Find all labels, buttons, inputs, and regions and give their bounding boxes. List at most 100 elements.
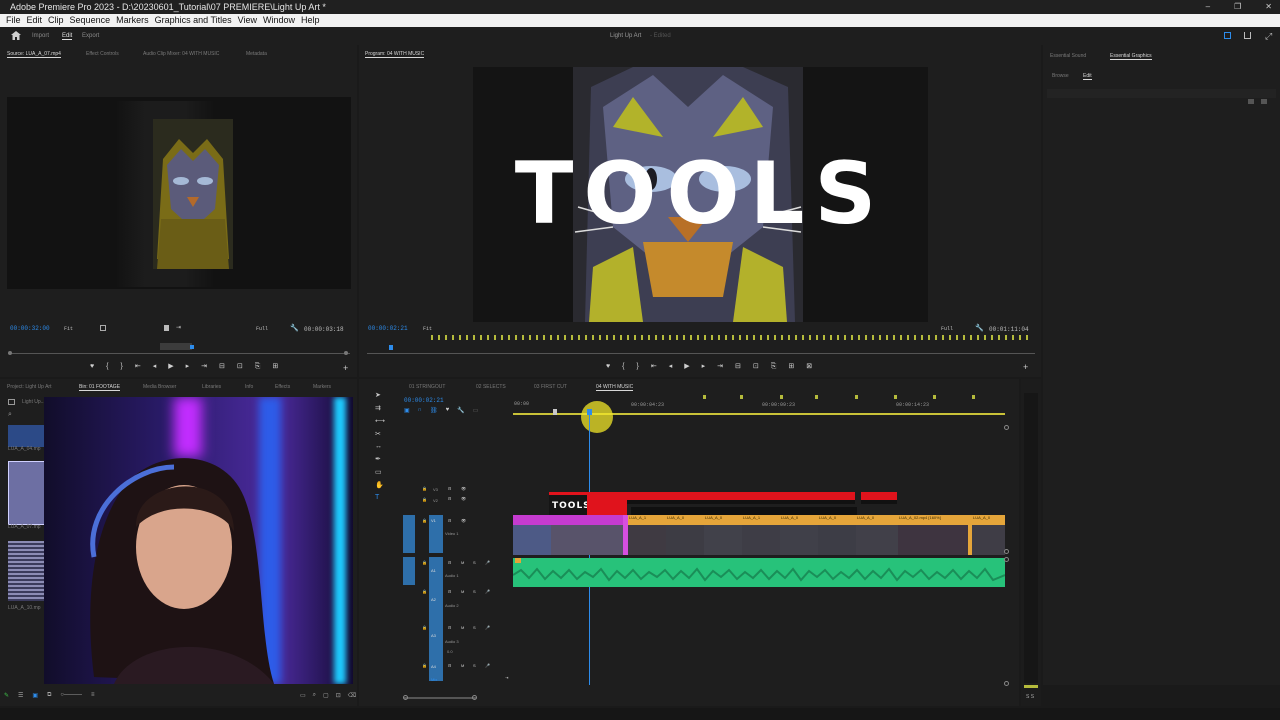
- home-icon[interactable]: [11, 31, 21, 40]
- graphic-clip[interactable]: [739, 492, 777, 504]
- trash-icon[interactable]: ⌫: [348, 692, 356, 699]
- export-frame-icon[interactable]: ⎘: [771, 363, 777, 371]
- tab-sequence-stringout[interactable]: 01 STRINGOUT: [409, 384, 445, 390]
- vertical-scroll-handle[interactable]: [1004, 681, 1009, 686]
- solo-button[interactable]: S: [473, 589, 476, 594]
- menu-view[interactable]: View: [235, 14, 260, 27]
- sequence-marker[interactable]: [972, 395, 975, 399]
- track-target-audio[interactable]: [429, 557, 443, 681]
- lock-icon[interactable]: 🔒: [422, 663, 427, 668]
- video-clip[interactable]: LUA_A_0: [704, 515, 742, 555]
- tab-export[interactable]: Export: [82, 33, 99, 39]
- source-playhead[interactable]: [190, 345, 194, 349]
- tab-source[interactable]: Source: LUA_A_07.mp4: [7, 51, 61, 58]
- program-add-button-icon[interactable]: +: [1023, 362, 1028, 372]
- new-bin-icon[interactable]: ▢: [323, 692, 329, 699]
- video-clip[interactable]: LUA_A_0: [856, 515, 898, 555]
- title-clip[interactable]: TOOLS: [549, 492, 587, 516]
- add-marker-icon[interactable]: ♥: [446, 407, 450, 414]
- tab-sequence-first-cut[interactable]: 03 FIRST CUT: [534, 384, 567, 390]
- type-tool-icon[interactable]: T: [375, 494, 385, 501]
- program-fit-select[interactable]: Fit: [423, 326, 432, 332]
- tab-edit[interactable]: Edit: [62, 33, 73, 40]
- go-to-in-icon[interactable]: ⇤: [135, 363, 141, 371]
- source-quality-select[interactable]: Full: [256, 326, 268, 332]
- sequence-marker[interactable]: [855, 395, 858, 399]
- tab-sequence-selects[interactable]: 02 SELECTS: [476, 384, 506, 390]
- linked-selection-icon[interactable]: ⛓: [430, 407, 438, 414]
- video-clip[interactable]: LUA_A_02.mp4 [160%]: [898, 515, 968, 555]
- tab-program[interactable]: Program: 04 WITH MUSIC: [365, 51, 425, 58]
- solo-button[interactable]: S: [473, 560, 476, 565]
- lock-icon[interactable]: 🔒: [422, 497, 427, 502]
- go-to-out-icon[interactable]: ⇥: [201, 363, 207, 371]
- menu-file[interactable]: File: [3, 14, 24, 27]
- video-clip[interactable]: LUA_A_0: [666, 515, 704, 555]
- lock-icon[interactable]: 🔒: [422, 486, 427, 491]
- add-marker-icon[interactable]: ♥: [606, 363, 610, 371]
- tab-libraries[interactable]: Libraries: [202, 384, 221, 390]
- program-scrubber[interactable]: [367, 353, 1035, 354]
- lock-icon[interactable]: 🔒: [422, 560, 427, 565]
- new-item-icon[interactable]: ⊡: [336, 692, 341, 699]
- video-clip[interactable]: LUA_A_1: [742, 515, 780, 555]
- timeline-zoom-scrollbar[interactable]: [404, 697, 476, 699]
- sequence-marker[interactable]: [703, 395, 706, 399]
- export-frame-icon[interactable]: ⎘: [255, 363, 261, 371]
- eye-icon[interactable]: 👁: [461, 496, 466, 501]
- title-overlay-text[interactable]: TOOLS: [473, 149, 928, 239]
- sync-icon[interactable]: ⊟: [448, 663, 451, 668]
- sync-icon[interactable]: ⊟: [448, 560, 451, 565]
- source-in-out-range[interactable]: [160, 343, 192, 350]
- find-icon[interactable]: ⌕: [313, 692, 316, 699]
- tab-effects[interactable]: Effects: [275, 384, 290, 390]
- source-patch-a1[interactable]: [403, 557, 415, 585]
- sequence-marker[interactable]: [894, 395, 897, 399]
- fullscreen-icon[interactable]: ⤢: [1265, 31, 1272, 42]
- sequence-marker[interactable]: [780, 395, 783, 399]
- lock-icon[interactable]: 🔒: [422, 518, 427, 523]
- list-item[interactable]: LUA_A_04.mp: [8, 446, 41, 452]
- extract-icon[interactable]: ⊡: [753, 363, 759, 371]
- lift-icon[interactable]: ⊟: [735, 363, 741, 371]
- step-back-icon[interactable]: ◂: [669, 363, 673, 371]
- menu-graphics-and-titles[interactable]: Graphics and Titles: [152, 14, 235, 27]
- sync-icon[interactable]: ⊟: [448, 486, 451, 491]
- sync-icon[interactable]: ⊟: [448, 625, 451, 630]
- sync-icon[interactable]: ⊟: [448, 496, 451, 501]
- timeline-settings-icon[interactable]: 🔧: [457, 407, 464, 414]
- scroll-handle-left[interactable]: [403, 695, 408, 700]
- razor-tool-icon[interactable]: ✂: [375, 430, 385, 438]
- lock-icon[interactable]: 🔒: [422, 625, 427, 630]
- minimize-button[interactable]: –: [1206, 0, 1210, 14]
- list-item[interactable]: LUA_A_07.mp: [8, 524, 41, 530]
- video-clip[interactable]: [513, 515, 551, 555]
- audio-clip[interactable]: [513, 558, 1005, 587]
- sync-icon[interactable]: ⊟: [448, 589, 451, 594]
- tab-import[interactable]: Import: [32, 33, 49, 39]
- graphic-clip[interactable]: [861, 492, 897, 504]
- hand-tool-icon[interactable]: ✋: [375, 481, 385, 489]
- menu-clip[interactable]: Clip: [45, 14, 67, 27]
- tab-bin-footage[interactable]: Bin: 01 FOOTAGE: [79, 384, 121, 391]
- timeline-timecode[interactable]: 00:00:02:21: [404, 397, 444, 404]
- search-icon[interactable]: ⌕: [8, 411, 12, 419]
- share-icon[interactable]: [1244, 32, 1251, 39]
- tab-markers[interactable]: Markers: [313, 384, 331, 390]
- sequence-marker[interactable]: [740, 395, 743, 399]
- step-back-icon[interactable]: ◂: [153, 363, 157, 371]
- new-layer-icon[interactable]: [1248, 99, 1254, 104]
- source-wrench-icon[interactable]: 🔧: [290, 324, 299, 332]
- source-timecode[interactable]: 00:00:32:00: [10, 325, 50, 332]
- tab-sequence-with-music[interactable]: 04 WITH MUSIC: [596, 384, 634, 391]
- tab-metadata[interactable]: Metadata: [246, 51, 267, 57]
- selection-tool-icon[interactable]: ➤: [375, 391, 385, 399]
- video-clip[interactable]: LUA_A_1: [628, 515, 666, 555]
- source-ripple-icon[interactable]: ⇥: [176, 324, 181, 331]
- mic-icon[interactable]: 🎤: [485, 663, 490, 668]
- sequence-marker[interactable]: [933, 395, 936, 399]
- sequence-marker[interactable]: [815, 395, 818, 399]
- mark-in-icon[interactable]: {: [622, 363, 624, 371]
- graphic-clip[interactable]: [587, 492, 627, 516]
- step-forward-icon[interactable]: ▸: [702, 363, 706, 371]
